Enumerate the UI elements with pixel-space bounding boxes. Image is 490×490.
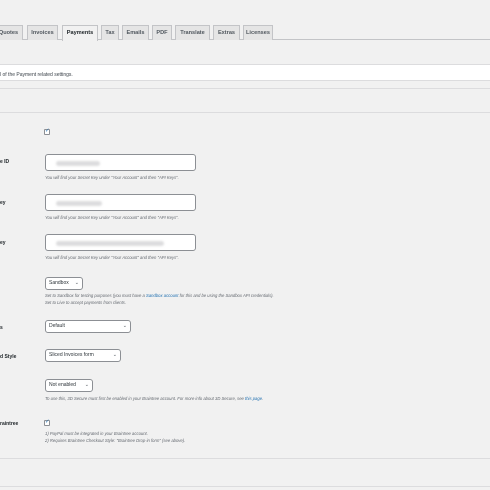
public-key-description: You will find your Secret Key under "You… (45, 215, 179, 220)
intro-text: l of the Payment related settings. (0, 72, 73, 78)
environment-value: Sandbox (49, 280, 69, 286)
section-divider-bottom (0, 458, 490, 459)
private-key-description: You will find your Secret Key under "You… (45, 255, 179, 260)
environment-description: Set to Sandbox for testing purposes (you… (45, 293, 274, 298)
three-d-secure-desc-text: To use this, 3D Secure must first be ena… (45, 396, 244, 401)
tab-payments[interactable]: Payments (62, 25, 98, 41)
checkout-style-select[interactable]: Sliced Invoices form ⌄ (45, 349, 121, 362)
footer-divider (0, 486, 490, 487)
masked-value (56, 201, 102, 206)
three-d-secure-value: Not enabled (49, 382, 76, 388)
chevron-down-icon: ⌄ (74, 280, 79, 286)
tab-translate[interactable]: Translate (175, 25, 210, 40)
masked-value (56, 241, 164, 246)
environment-desc-text: for this and be using the Sandbox API cr… (179, 293, 274, 298)
public-key-input[interactable] (45, 194, 196, 211)
enable-braintree-checkbox[interactable]: ✓ (44, 128, 50, 135)
environment-select[interactable]: Sandbox ⌄ (45, 277, 83, 290)
sandbox-account-link[interactable]: Sandbox account (146, 293, 178, 298)
environment-desc-text: Set to Sandbox for testing purposes (you… (45, 293, 145, 298)
intro-panel (0, 64, 490, 81)
chevron-down-icon: ⌄ (112, 352, 117, 358)
tab-quotes[interactable]: Quotes (0, 25, 23, 40)
private-key-input[interactable] (45, 234, 196, 251)
tab-licenses[interactable]: Licenses (243, 25, 273, 40)
checkout-style-label: d Style (0, 354, 17, 360)
merchant-id-input[interactable] (45, 154, 196, 171)
section-divider (0, 112, 490, 113)
paypal-braintree-label: raintree (0, 421, 19, 427)
three-d-secure-select[interactable]: Not enabled ⌄ (45, 379, 93, 392)
tab-emails[interactable]: Emails (122, 25, 149, 40)
masked-value (56, 161, 100, 166)
paypal-description-line2: 2) Requires Braintree Checkout Style: "B… (45, 438, 186, 443)
tab-tax[interactable]: Tax (101, 25, 119, 40)
section-divider-top (0, 88, 490, 89)
paypal-description-line1: 1) PayPal must be integrated in your Bra… (45, 431, 148, 436)
tab-extras[interactable]: Extras (213, 25, 240, 40)
private-key-label: ey (0, 240, 6, 246)
merchant-id-label: e ID (0, 159, 10, 165)
currency-label: s (0, 325, 3, 331)
environment-description-line2: Set to Live to accept payments from clie… (45, 300, 126, 305)
settings-tabs: Quotes Invoices Payments Tax Emails PDF … (0, 25, 490, 41)
tab-invoices[interactable]: Invoices (27, 25, 58, 40)
three-d-secure-description: To use this, 3D Secure must first be ena… (45, 396, 264, 401)
checkout-style-value: Sliced Invoices form (49, 352, 94, 358)
public-key-label: ey (0, 200, 6, 206)
chevron-down-icon: ⌄ (84, 382, 89, 388)
currency-value: Default (49, 323, 65, 329)
check-icon: ✓ (45, 128, 50, 134)
chevron-down-icon: ⌄ (122, 323, 127, 329)
merchant-id-description: You will find your Secret Key under "You… (45, 175, 179, 180)
paypal-braintree-checkbox[interactable]: ✓ (44, 419, 50, 426)
this-page-link[interactable]: this page (245, 396, 262, 401)
check-icon: ✓ (45, 419, 50, 425)
currency-select[interactable]: Default ⌄ (45, 320, 131, 333)
tab-pdf[interactable]: PDF (152, 25, 172, 40)
